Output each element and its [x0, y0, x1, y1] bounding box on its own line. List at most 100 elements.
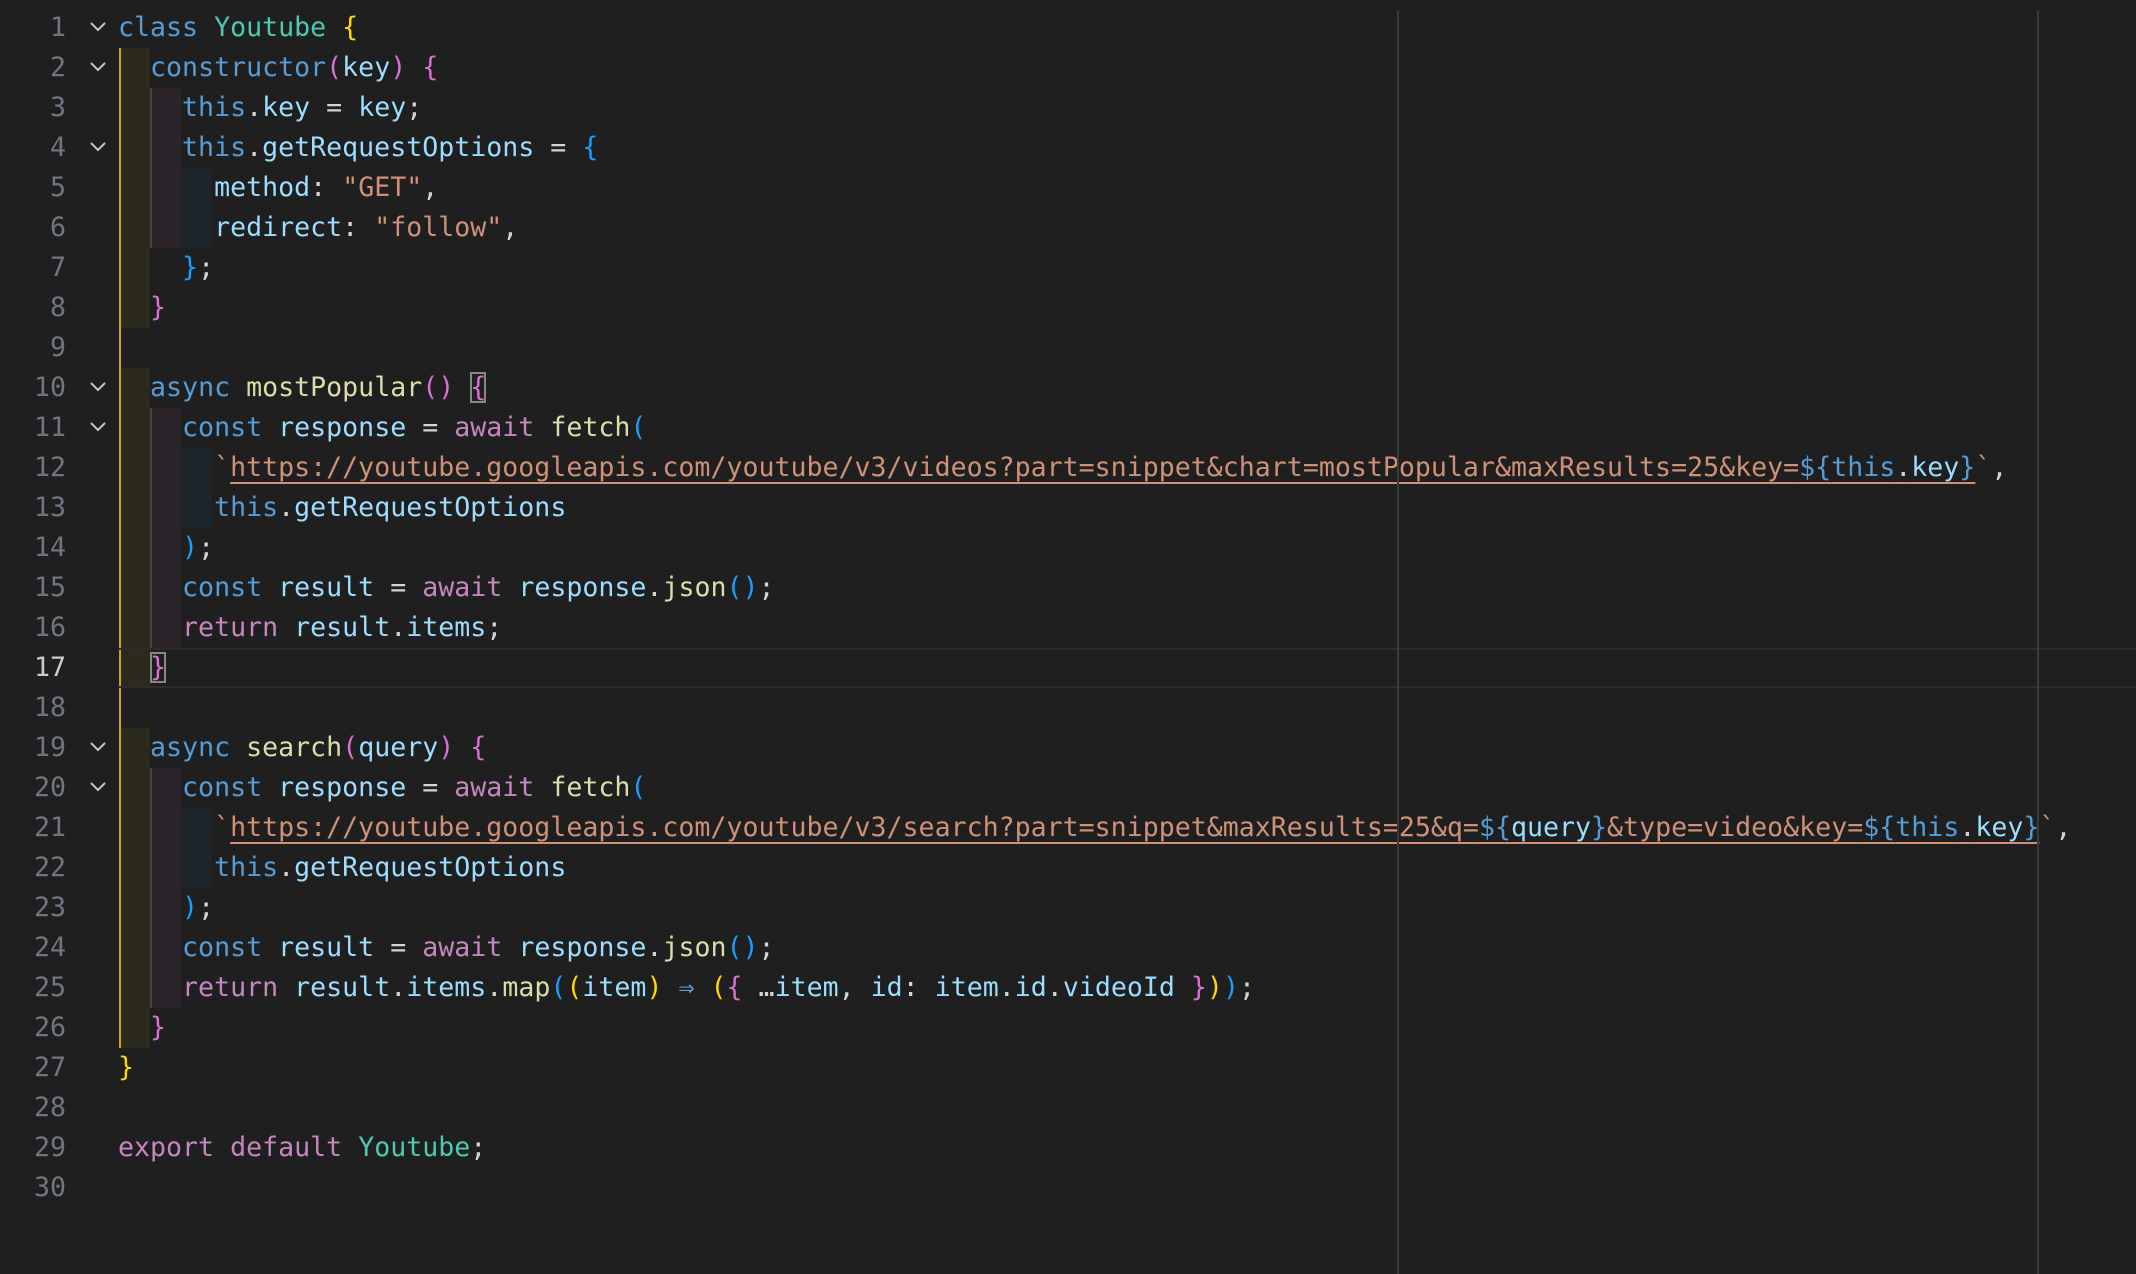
code-line[interactable]: redirect: "follow",: [118, 208, 2136, 248]
code-token: .: [998, 972, 1015, 1003]
code-token: }: [1959, 452, 1976, 483]
gutter-row: 8: [0, 288, 118, 328]
code-line[interactable]: export default Youtube;: [118, 1128, 2136, 1168]
code-token: .: [390, 612, 407, 643]
gutter-row: 23: [0, 888, 118, 928]
code-token: =: [534, 132, 583, 163]
code-token: ;: [470, 1132, 487, 1163]
chevron-down-icon[interactable]: [86, 48, 110, 88]
code-line[interactable]: }: [118, 1048, 2136, 1088]
chevron-down-icon[interactable]: [86, 768, 110, 808]
code-line[interactable]: const response = await fetch(: [118, 768, 2136, 808]
code-line[interactable]: );: [118, 888, 2136, 928]
code-token: const: [182, 572, 263, 603]
code-line[interactable]: const result = await response.json();: [118, 568, 2136, 608]
code-line[interactable]: this.getRequestOptions: [118, 848, 2136, 888]
code-line[interactable]: }: [118, 648, 2136, 688]
code-line[interactable]: this.getRequestOptions: [118, 488, 2136, 528]
code-area[interactable]: class Youtube { constructor(key) { this.…: [118, 8, 2136, 1208]
code-token: {: [582, 132, 599, 163]
gutter-row: 30: [0, 1168, 118, 1208]
line-number: 9: [49, 332, 66, 363]
code-line[interactable]: [118, 1168, 2136, 1208]
gutter-row: 6: [0, 208, 118, 248]
code-line[interactable]: `https://youtube.googleapis.com/youtube/…: [118, 448, 2136, 488]
gutter-row: 24: [0, 928, 118, 968]
code-line[interactable]: }: [118, 1008, 2136, 1048]
chevron-down-icon[interactable]: [86, 8, 110, 48]
code-token: ;: [758, 572, 775, 603]
gutter-row: 7: [0, 248, 118, 288]
code-token: `: [2039, 812, 2056, 843]
code-line[interactable]: const result = await response.json();: [118, 928, 2136, 968]
code-token: ): [1206, 972, 1223, 1003]
code-token: key: [1975, 812, 2024, 843]
line-number: 26: [33, 1012, 66, 1043]
code-token: `: [1975, 452, 1992, 483]
code-line[interactable]: [118, 328, 2136, 368]
code-token: ;: [198, 892, 215, 923]
code-token: key: [1911, 452, 1960, 483]
code-line[interactable]: async mostPopular() {: [118, 368, 2136, 408]
code-token: ;: [1238, 972, 1255, 1003]
code-line[interactable]: return result.items;: [118, 608, 2136, 648]
gutter-row: 17: [0, 648, 118, 688]
code-token: &type=video&key=: [1607, 812, 1864, 843]
code-token: Youtube: [214, 12, 327, 43]
code-line[interactable]: async search(query) {: [118, 728, 2136, 768]
code-token: json: [662, 572, 727, 603]
code-token: videoId: [1062, 972, 1175, 1003]
code-line[interactable]: };: [118, 248, 2136, 288]
code-line[interactable]: class Youtube {: [118, 8, 2136, 48]
code-token: this: [182, 132, 247, 163]
code-token: query: [1510, 812, 1592, 843]
code-line[interactable]: this.key = key;: [118, 88, 2136, 128]
code-token: mostPopular: [246, 372, 423, 403]
chevron-down-icon[interactable]: [86, 408, 110, 448]
code-token: }: [1190, 972, 1207, 1003]
code-line[interactable]: );: [118, 528, 2136, 568]
code-token: .: [486, 972, 503, 1003]
line-number: 4: [49, 132, 66, 163]
code-token: ⇒: [662, 972, 711, 1003]
code-token: .: [1895, 452, 1912, 483]
editor-ruler: [1397, 10, 1399, 1274]
chevron-down-icon[interactable]: [86, 368, 110, 408]
code-token: await: [422, 572, 503, 603]
code-token: search: [246, 732, 343, 763]
code-token: map: [502, 972, 551, 1003]
line-number: 22: [33, 852, 66, 883]
code-line[interactable]: constructor(key) {: [118, 48, 2136, 88]
chevron-down-icon[interactable]: [86, 128, 110, 168]
code-line[interactable]: const response = await fetch(: [118, 408, 2136, 448]
code-line[interactable]: [118, 1088, 2136, 1128]
code-line[interactable]: return result.items.map((item) ⇒ ({ …ite…: [118, 968, 2136, 1008]
code-token: item: [934, 972, 999, 1003]
line-number: 17: [33, 652, 66, 683]
code-line[interactable]: this.getRequestOptions = {: [118, 128, 2136, 168]
code-line[interactable]: method: "GET",: [118, 168, 2136, 208]
code-token: .: [246, 92, 263, 123]
code-token: json: [662, 932, 727, 963]
code-line[interactable]: [118, 688, 2136, 728]
code-token: fetch: [550, 412, 631, 443]
code-editor[interactable]: 1 2 3 4 5 6 7 8 9 10 11 12 13 14 15 16 17 18 19 20 21 22 23 24 2…: [0, 0, 2136, 1274]
code-token: }: [150, 292, 167, 323]
code-line[interactable]: `https://youtube.googleapis.com/youtube/…: [118, 808, 2136, 848]
code-token: default: [230, 1132, 343, 1163]
gutter-row: 27: [0, 1048, 118, 1088]
code-line[interactable]: }: [118, 288, 2136, 328]
chevron-down-icon[interactable]: [86, 728, 110, 768]
